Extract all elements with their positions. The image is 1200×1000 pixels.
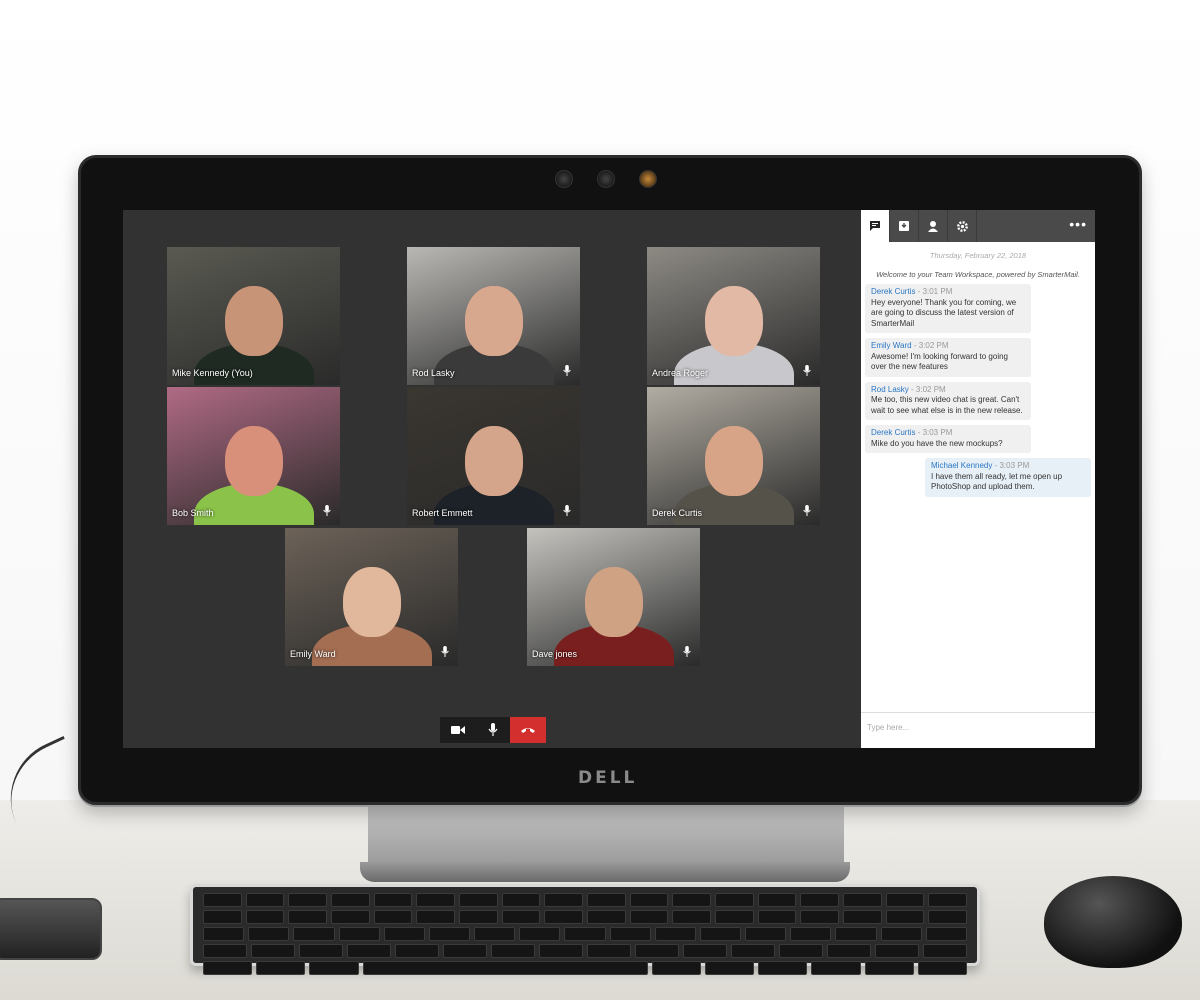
participant-face — [464, 285, 523, 356]
chat-message-input[interactable]: Type here... — [861, 712, 1095, 748]
keyboard — [190, 884, 980, 975]
microphone-icon — [441, 646, 449, 660]
participant-face — [224, 425, 283, 496]
chat-message: Derek Curtis - 3:03 PM Mike do you have t… — [865, 425, 1031, 453]
microphone-icon — [803, 365, 811, 379]
chat-message-header: Derek Curtis - 3:03 PM — [871, 428, 953, 437]
video-tile[interactable]: Derek Curtis — [647, 387, 820, 525]
gear-icon[interactable] — [948, 210, 977, 242]
video-tile[interactable]: Rod Lasky — [407, 247, 580, 385]
inbox-download-icon[interactable] — [890, 210, 919, 242]
participant-name: Rod Lasky — [412, 368, 455, 378]
participant-face — [704, 285, 763, 356]
smartphone — [0, 898, 102, 960]
app-screen: Mike Kennedy (You) Rod Lasky Andrea Roger B… — [123, 210, 1095, 748]
participant-face — [464, 425, 523, 496]
photo-scene: DELL Mike Kennedy (You) Rod Lasky Andrea R… — [0, 0, 1200, 1000]
more-horizontal-icon[interactable]: ••• — [1069, 216, 1087, 232]
person-icon[interactable] — [919, 210, 948, 242]
participant-face — [224, 285, 283, 356]
monitor: DELL Mike Kennedy (You) Rod Lasky Andrea R… — [78, 155, 1142, 805]
participant-name: Emily Ward — [290, 649, 336, 659]
chat-message-author[interactable]: Rod Lasky — [871, 385, 909, 394]
participant-name: Mike Kennedy (You) — [172, 368, 253, 378]
webcam-lens-icon — [597, 170, 615, 188]
chat-message-header: Derek Curtis - 3:01 PM — [871, 287, 953, 296]
video-camera-icon[interactable] — [440, 717, 475, 743]
video-tile[interactable]: Robert Emmett — [407, 387, 580, 525]
webcam-light-icon — [639, 170, 657, 188]
chat-message-time: 3:03 PM — [999, 461, 1030, 470]
participant-name: Dave jones — [532, 649, 578, 659]
chat-message-header: Rod Lasky - 3:02 PM — [871, 384, 946, 394]
chat-message-time: 3:02 PM — [915, 384, 946, 394]
chat-date-divider: Thursday, February 22, 2018 — [929, 251, 1027, 260]
participant-name: Bob Smith — [172, 508, 214, 518]
participant-name: Andrea Roger — [652, 368, 709, 378]
microphone-icon — [563, 505, 571, 519]
chat-message-text: Me too, this new video chat is great. Ca… — [871, 395, 1023, 415]
chat-message: Derek Curtis - 3:01 PM Hey everyone! Than… — [865, 284, 1031, 333]
computer-mouse — [1044, 876, 1182, 968]
chat-message-header: Michael Kennedy - 3:03 PM — [931, 461, 1030, 470]
microphone-icon — [683, 646, 691, 660]
chat-message-author[interactable]: Derek Curtis — [871, 287, 915, 296]
chat-message-author[interactable]: Emily Ward — [871, 341, 912, 350]
chat-tab-bar: ••• — [861, 210, 1095, 242]
participant-name: Robert Emmett — [412, 508, 473, 518]
video-tile[interactable]: Bob Smith — [167, 387, 340, 525]
microphone-icon — [323, 505, 331, 519]
monitor-stand-base — [360, 862, 850, 882]
chat-message-header: Emily Ward - 3:02 PM — [871, 341, 949, 350]
chat-icon[interactable] — [861, 210, 890, 242]
chat-message: Emily Ward - 3:02 PM Awesome! I'm looking… — [865, 338, 1031, 377]
message-list: Derek Curtis - 3:01 PM Hey everyone! Than… — [865, 284, 1091, 502]
chat-message-time: 3:03 PM — [922, 428, 953, 437]
microphone-icon[interactable] — [475, 717, 510, 743]
chat-message-author[interactable]: Michael Kennedy — [931, 461, 992, 470]
chat-message: Rod Lasky - 3:02 PM Me too, this new vide… — [865, 381, 1031, 420]
phone-hangup-icon[interactable] — [510, 717, 546, 743]
chat-message-text: I have them all ready, let me open up Ph… — [931, 471, 1063, 492]
chat-message-text: Awesome! I'm looking forward to going ov… — [871, 351, 1009, 372]
video-tile[interactable]: Emily Ward — [285, 528, 458, 666]
microphone-icon — [563, 365, 571, 379]
chat-panel: ••• Thursday, February 22, 2018 Welcome … — [861, 210, 1095, 748]
chat-message: Michael Kennedy - 3:03 PM I have them all… — [925, 458, 1091, 497]
participant-face — [704, 425, 763, 496]
participant-name: Derek Curtis — [652, 508, 703, 518]
chat-message-author[interactable]: Derek Curtis — [871, 428, 915, 437]
chat-message-text: Hey everyone! Thank you for coming, we a… — [871, 297, 1017, 328]
chat-welcome-text: Welcome to your Team Workspace, powered … — [876, 270, 1080, 279]
chat-message-text: Mike do you have the new mockups? — [871, 438, 1003, 448]
chat-message-time: 3:01 PM — [922, 287, 953, 296]
participant-face — [342, 566, 401, 637]
video-tile[interactable]: Andrea Roger — [647, 247, 820, 385]
video-tile[interactable]: Dave jones — [527, 528, 700, 666]
chat-message-time: 3:02 PM — [918, 341, 949, 350]
brand-logo: DELL — [578, 768, 638, 788]
participant-face — [584, 566, 643, 637]
webcam-sensor-icon — [555, 170, 573, 188]
microphone-icon — [803, 505, 811, 519]
video-tile[interactable]: Mike Kennedy (You) — [167, 247, 340, 385]
video-grid: Mike Kennedy (You) Rod Lasky Andrea Roger B… — [123, 210, 861, 748]
call-controls — [440, 717, 546, 743]
